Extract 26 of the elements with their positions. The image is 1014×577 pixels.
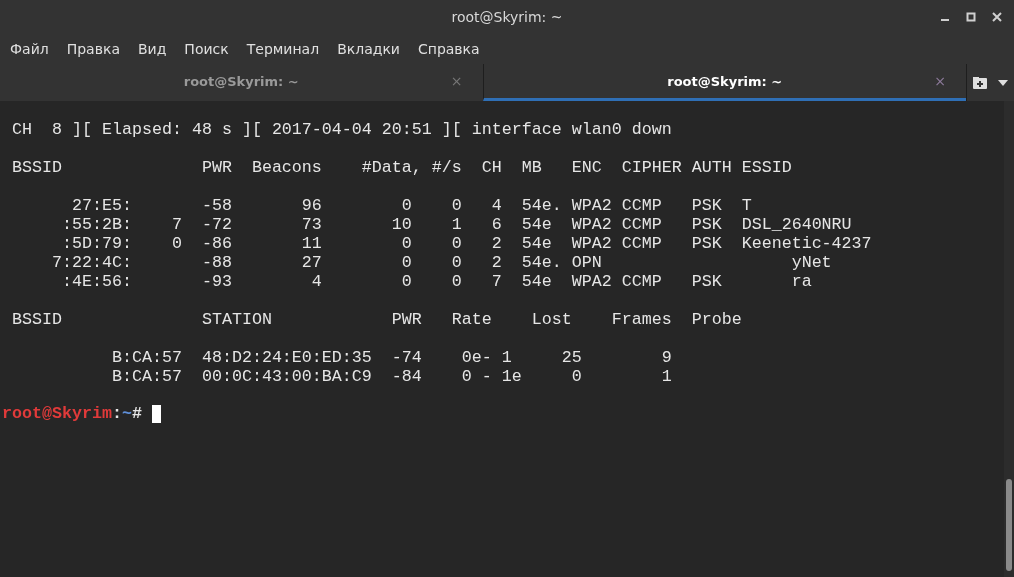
network-row-text: :55:2B: 7 -72 73 10 1 6 54e WPA2 CCMP PSK DSL_2640NRU <box>60 215 853 234</box>
menu-item[interactable]: Поиск <box>175 41 238 57</box>
status-line: CH 8 ][ Elapsed: 48 s ][ 2017-04-04 20:51 ][ interface wlan0 down <box>11 120 673 139</box>
network-row-text: :5D:79: 0 -86 11 0 0 2 54e WPA2 CCMP PSK Keenetic-4237 <box>60 234 873 253</box>
maximize-icon[interactable] <box>966 12 976 22</box>
menu-item[interactable]: Вкладки <box>328 41 409 57</box>
dropdown-caret-icon[interactable] <box>997 78 1010 87</box>
menu-item[interactable]: Терминал <box>237 41 329 57</box>
network-row-text: 7:22:4C: -88 27 0 0 2 54e. OPN yNet <box>50 253 833 272</box>
menu-item[interactable]: Правка <box>57 41 129 57</box>
text-cursor <box>151 404 161 423</box>
column-header: BSSID STATION PWR Rate Lost Frames Probe <box>11 310 743 329</box>
new-tab-icon[interactable] <box>971 75 988 90</box>
network-row-text: 27:E5: -58 96 0 0 4 54e. WPA2 CCMP PSK T <box>70 196 753 215</box>
network-row-text: :4E:56: -93 4 0 0 7 54e WPA2 CCMP PSK ra <box>60 272 813 291</box>
column-header: BSSID PWR Beacons #Data, #/s CH MB ENC CIPHER AUTH ESSID <box>11 158 793 177</box>
scrollbar[interactable] <box>1004 101 1014 577</box>
station-row-text: B:CA:57 00:0C:43:00:BA:C9 -84 0 - 1e 0 1 <box>110 367 673 386</box>
menu-item[interactable]: Справка <box>408 41 489 57</box>
menu-item[interactable]: Вид <box>128 41 176 57</box>
shell-prompt: root@Skyrim:~# <box>2 404 143 423</box>
station-row-text: B:CA:57 48:D2:24:E0:ED:35 -74 0e- 1 25 9 <box>110 348 673 367</box>
close-icon[interactable] <box>992 12 1002 22</box>
window-title: root@Skyrim: ~ <box>451 9 563 25</box>
scrollbar-thumb[interactable] <box>1006 479 1012 571</box>
menu-item[interactable]: Файл <box>1 41 58 57</box>
